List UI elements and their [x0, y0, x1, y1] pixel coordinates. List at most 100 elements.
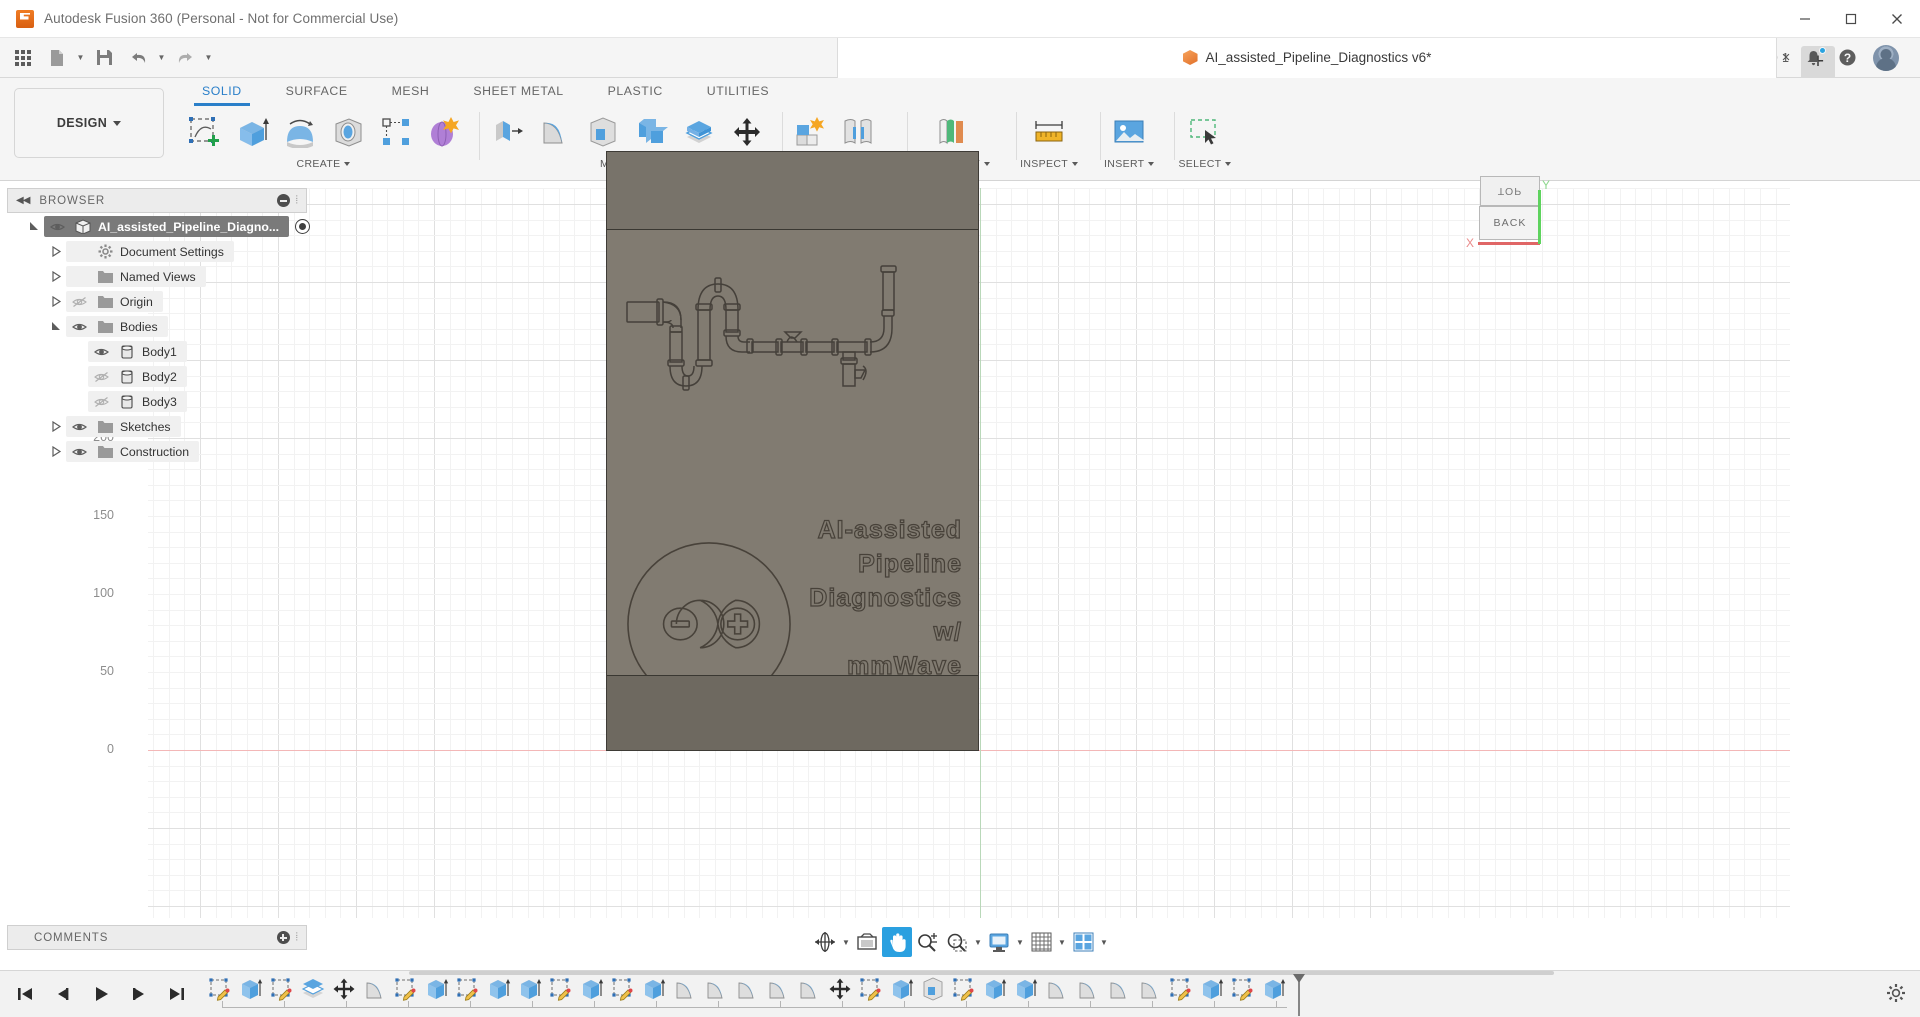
ribbon-tab-solid[interactable]: SOLID — [180, 78, 264, 106]
browser-item-sketches[interactable]: Sketches — [10, 414, 310, 439]
collapse-arrow-icon[interactable] — [46, 271, 66, 282]
timeline-feature-29[interactable] — [1072, 974, 1103, 1005]
new-file-caret-icon[interactable]: ▼ — [74, 43, 87, 73]
timeline-feature-24[interactable] — [917, 974, 948, 1005]
save-icon[interactable] — [87, 43, 121, 73]
view-cube-back-face[interactable]: BACK — [1479, 206, 1541, 240]
visibility-toggle-icon[interactable] — [44, 221, 70, 233]
browser-item-ai-assisted-pipeline-diagno[interactable]: AI_assisted_Pipeline_Diagno... — [10, 214, 311, 239]
timeline-settings-gear-icon[interactable] — [1886, 983, 1906, 1008]
redo-icon[interactable] — [168, 43, 202, 73]
timeline-feature-31[interactable] — [1134, 974, 1165, 1005]
timeline-feature-35[interactable] — [1258, 974, 1289, 1005]
timeline-feature-27[interactable] — [1010, 974, 1041, 1005]
insert-canvas-icon[interactable] — [1106, 108, 1153, 156]
maximize-icon[interactable] — [1828, 0, 1874, 38]
visibility-toggle-icon[interactable] — [66, 296, 92, 308]
shell-icon[interactable] — [579, 108, 626, 156]
timeline-feature-6[interactable] — [359, 974, 390, 1005]
timeline-feature-19[interactable] — [762, 974, 793, 1005]
timeline-feature-28[interactable] — [1041, 974, 1072, 1005]
collapse-arrow-icon[interactable] — [46, 296, 66, 307]
visibility-toggle-icon[interactable] — [66, 446, 92, 458]
comments-panel-header[interactable]: COMMENTS ⦙ — [7, 925, 307, 950]
collapse-arrow-icon[interactable] — [46, 446, 66, 457]
zoom-icon[interactable] — [912, 927, 942, 957]
grid-snaps-icon[interactable] — [1026, 927, 1056, 957]
grip-icon[interactable]: ⦙ — [296, 194, 298, 207]
timeline-feature-26[interactable] — [979, 974, 1010, 1005]
timeline-feature-10[interactable] — [483, 974, 514, 1005]
minus-circle-icon[interactable] — [276, 194, 290, 207]
timeline-feature-33[interactable] — [1196, 974, 1227, 1005]
timeline-feature-14[interactable] — [607, 974, 638, 1005]
visibility-toggle-icon[interactable] — [88, 371, 114, 383]
form-icon[interactable] — [420, 108, 467, 156]
chevron-down-icon[interactable] — [1225, 162, 1232, 166]
timeline-feature-21[interactable] — [824, 974, 855, 1005]
play-icon[interactable] — [84, 977, 118, 1011]
new-component-icon[interactable] — [786, 108, 833, 156]
ribbon-tab-sheet-metal[interactable]: SHEET METAL — [451, 78, 585, 104]
combine-icon[interactable] — [627, 108, 674, 156]
browser-item-bodies[interactable]: Bodies — [10, 314, 310, 339]
timeline-feature-16[interactable] — [669, 974, 700, 1005]
view-cube-top-face[interactable]: TOP — [1480, 176, 1540, 206]
measure-icon[interactable] — [1026, 108, 1073, 156]
viewports-icon[interactable] — [1068, 927, 1098, 957]
timeline-feature-34[interactable] — [1227, 974, 1258, 1005]
browser-item-document-settings[interactable]: Document Settings — [10, 239, 310, 264]
create-sketch-icon[interactable] — [180, 108, 227, 156]
timeline-feature-25[interactable] — [948, 974, 979, 1005]
grip-icon[interactable]: ⦙ — [296, 931, 298, 944]
timeline-feature-5[interactable] — [328, 974, 359, 1005]
joint-icon[interactable] — [834, 108, 881, 156]
collapse-arrow-icon[interactable] — [46, 421, 66, 432]
browser-item-named-views[interactable]: Named Views — [10, 264, 310, 289]
app-grid-icon[interactable] — [6, 43, 40, 73]
fillet-icon[interactable] — [531, 108, 578, 156]
timeline-feature-22[interactable] — [855, 974, 886, 1005]
workspace-switcher[interactable]: DESIGN — [14, 88, 164, 158]
timeline-feature-20[interactable] — [793, 974, 824, 1005]
tab-close-icon[interactable]: × — [1775, 47, 1797, 69]
move-copy-icon[interactable] — [723, 108, 770, 156]
undo-icon[interactable] — [121, 43, 155, 73]
visibility-toggle-icon[interactable] — [66, 321, 92, 333]
sweep-icon[interactable] — [324, 108, 371, 156]
timeline-feature-2[interactable] — [235, 974, 266, 1005]
collapse-arrow-icon[interactable] — [46, 246, 66, 257]
close-icon[interactable] — [1874, 0, 1920, 38]
redo-caret-icon[interactable]: ▼ — [202, 43, 215, 73]
help-button[interactable]: ? — [1831, 44, 1864, 71]
visibility-toggle-icon[interactable] — [88, 346, 114, 358]
step-forward-icon[interactable] — [122, 977, 156, 1011]
undo-caret-icon[interactable]: ▼ — [155, 43, 168, 73]
pan-hand-icon[interactable] — [882, 927, 912, 957]
timeline-feature-30[interactable] — [1103, 974, 1134, 1005]
timeline-feature-1[interactable] — [204, 974, 235, 1005]
ribbon-tab-utilities[interactable]: UTILITIES — [685, 78, 791, 104]
browser-item-body3[interactable]: Body3 — [10, 389, 310, 414]
browser-item-body2[interactable]: Body2 — [10, 364, 310, 389]
display-settings-icon[interactable] — [984, 927, 1014, 957]
revolve-icon[interactable] — [276, 108, 323, 156]
timeline-feature-32[interactable] — [1165, 974, 1196, 1005]
grid-snaps-caret-icon[interactable]: ▼ — [1056, 927, 1068, 957]
step-back-icon[interactable] — [46, 977, 80, 1011]
timeline-feature-13[interactable] — [576, 974, 607, 1005]
timeline-feature-11[interactable] — [514, 974, 545, 1005]
offset-plane-icon[interactable] — [927, 108, 974, 156]
browser-item-body1[interactable]: Body1 — [10, 339, 310, 364]
zoom-window-icon[interactable] — [942, 927, 972, 957]
chevron-down-icon[interactable] — [344, 162, 351, 166]
extrude-icon[interactable] — [228, 108, 275, 156]
timeline-feature-7[interactable] — [390, 974, 421, 1005]
new-file-icon[interactable] — [40, 43, 74, 73]
orbit-icon[interactable] — [810, 927, 840, 957]
browser-item-construction[interactable]: Construction — [10, 439, 310, 464]
skip-to-end-icon[interactable] — [160, 977, 194, 1011]
3d-model-body[interactable]: AI-assisted Pipeline Diagnostics w/ mmWa… — [607, 152, 978, 750]
chevron-down-icon[interactable] — [1072, 162, 1079, 166]
activate-component-radio[interactable] — [295, 219, 311, 234]
